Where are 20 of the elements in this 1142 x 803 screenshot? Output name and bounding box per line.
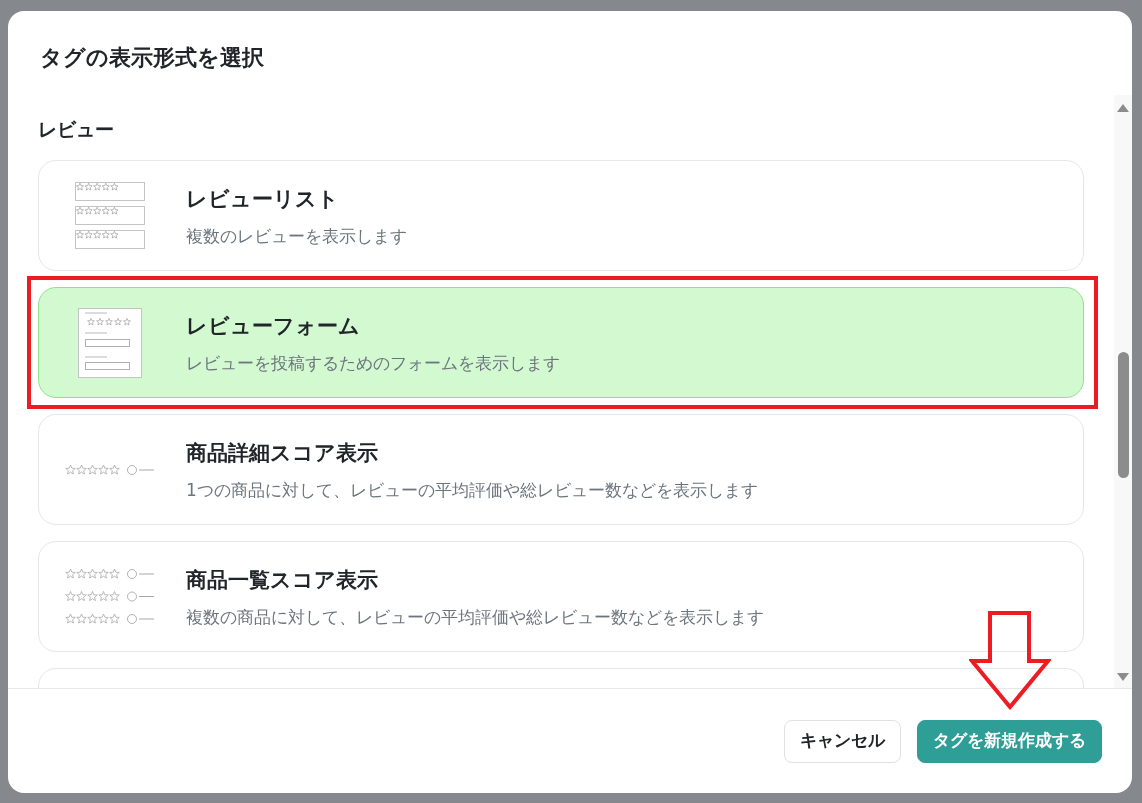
scroll-up-icon[interactable] <box>1117 104 1129 112</box>
option-description: 複数の商品に対して、レビューの平均評価や総レビュー数などを表示します <box>186 605 765 629</box>
option-title: レビューフォーム <box>186 312 361 340</box>
option-title: 商品一覧スコア表示 <box>186 566 379 594</box>
option-card[interactable]: レビューリスト 複数のレビューを表示します <box>38 160 1084 271</box>
dialog-title: タグの表示形式を選択 <box>40 44 265 72</box>
scrollbar-track[interactable] <box>1114 95 1132 688</box>
form-illustration <box>78 307 142 378</box>
scrollbar-thumb[interactable] <box>1117 352 1129 478</box>
rating-list-illustration <box>75 181 145 250</box>
option-description: レビューを投稿するためのフォームを表示します <box>186 351 561 375</box>
scroll-down-icon[interactable] <box>1117 673 1129 681</box>
option-title: 商品詳細スコア表示 <box>186 439 379 467</box>
option-card[interactable]: 商品詳細スコア表示 1つの商品に対して、レビューの平均評価や総レビュー数などを表示します <box>38 414 1084 525</box>
option-title: レビューリスト <box>186 185 340 213</box>
option-description: 複数のレビューを表示します <box>186 224 408 248</box>
cancel-button[interactable]: キャンセル <box>784 719 901 763</box>
option-card[interactable]: 商品一覧スコア表示 複数の商品に対して、レビューの平均評価や総レビュー数などを表示します <box>38 541 1084 652</box>
section-heading: レビュー <box>38 117 115 142</box>
option-description: 1つの商品に対して、レビューの平均評価や総レビュー数などを表示します <box>186 478 759 502</box>
